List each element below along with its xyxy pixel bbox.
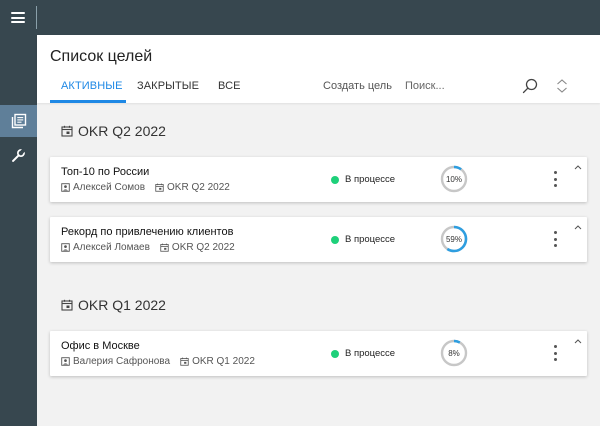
user-icon [61, 357, 70, 366]
goal-card[interactable]: Топ-10 по России Алексей Сомов OKR Q2 20… [50, 157, 587, 202]
goal-owner-label: Алексей Ломаев [73, 242, 150, 253]
goal-name[interactable]: Офис в Москве [61, 340, 140, 352]
chevron-up-icon[interactable] [573, 163, 583, 171]
tab-active[interactable]: АКТИВНЫЕ [61, 80, 123, 92]
tab-all[interactable]: ВСЕ [218, 80, 241, 92]
goal-status: В процессе [331, 234, 395, 245]
group-title-label: OKR Q1 2022 [78, 297, 166, 313]
tab-closed[interactable]: ЗАКРЫТЫЕ [137, 80, 199, 92]
group-title: OKR Q1 2022 [61, 297, 166, 313]
wrench-icon [12, 147, 26, 162]
goal-progress-label: 59% [445, 234, 462, 244]
topbar-divider [36, 6, 37, 29]
sort-icon[interactable] [555, 77, 569, 95]
goal-owner: Алексей Сомов [61, 182, 145, 193]
group-title: OKR Q2 2022 [61, 123, 166, 139]
sidebar-item-goals[interactable] [0, 105, 37, 137]
goal-progress: 10% [440, 165, 468, 193]
goal-period-label: OKR Q1 2022 [192, 356, 255, 367]
hamburger-icon [11, 12, 25, 23]
goal-name[interactable]: Рекорд по привлечению клиентов [61, 226, 233, 238]
active-tab-indicator [50, 100, 126, 103]
goal-status-label: В процессе [345, 234, 396, 245]
group-title-label: OKR Q2 2022 [78, 123, 166, 139]
more-options-icon[interactable] [550, 171, 560, 187]
page-title: Список целей [50, 48, 153, 65]
more-options-icon[interactable] [550, 345, 560, 361]
calendar-icon [61, 125, 73, 137]
goal-card[interactable]: Рекорд по привлечению клиентов Алексей Л… [50, 217, 587, 262]
goal-period: OKR Q2 2022 [155, 182, 230, 193]
user-icon [61, 243, 70, 252]
goal-meta: Алексей Ломаев OKR Q2 2022 [61, 242, 245, 253]
goal-name[interactable]: Топ-10 по России [61, 166, 149, 178]
page-header: Список целей АКТИВНЫЕ ЗАКРЫТЫЕ ВСЕ Созда… [37, 35, 600, 103]
chevron-up-icon[interactable] [573, 223, 583, 231]
search-icon[interactable] [521, 77, 539, 95]
goal-period: OKR Q2 2022 [160, 242, 235, 253]
goal-period-label: OKR Q2 2022 [171, 242, 235, 253]
goal-owner-label: Алексей Сомов [73, 182, 146, 193]
goal-owner: Алексей Ломаев [61, 242, 150, 253]
chevron-up-icon[interactable] [573, 337, 583, 345]
calendar-icon [180, 357, 189, 366]
goal-meta: Валерия Сафронова OKR Q1 2022 [61, 356, 265, 367]
goal-owner-label: Валерия Сафронова [73, 356, 171, 367]
status-dot [331, 349, 339, 358]
create-goal-button[interactable]: Создать цель [323, 80, 392, 92]
goal-progress: 8% [440, 339, 468, 367]
main-content: Список целей АКТИВНЫЕ ЗАКРЫТЫЕ ВСЕ Созда… [37, 35, 600, 426]
status-dot [331, 235, 339, 244]
goal-status: В процессе [331, 174, 395, 185]
goal-period-label: OKR Q2 2022 [167, 182, 230, 193]
goals-list-icon [11, 113, 26, 129]
more-options-icon[interactable] [550, 231, 560, 247]
goal-status: В процессе [331, 348, 395, 359]
goal-progress-label: 10% [445, 174, 462, 184]
search-input[interactable] [405, 77, 505, 95]
user-icon [61, 183, 70, 192]
goal-owner: Валерия Сафронова [61, 356, 170, 367]
goal-status-label: В процессе [345, 174, 396, 185]
goal-progress-label: 8% [448, 348, 460, 358]
goal-progress: 59% [440, 225, 468, 253]
goal-meta: Алексей Сомов OKR Q2 2022 [61, 182, 240, 193]
status-dot [331, 175, 339, 184]
menu-button[interactable] [0, 0, 36, 35]
goal-card[interactable]: Офис в Москве Валерия Сафронова OKR Q1 2… [50, 331, 587, 376]
top-bar [0, 0, 600, 35]
sidebar-item-settings[interactable] [0, 139, 37, 171]
calendar-icon [61, 299, 73, 311]
calendar-icon [160, 243, 169, 252]
goal-period: OKR Q1 2022 [180, 356, 255, 367]
sidebar [0, 35, 37, 426]
goal-status-label: В процессе [345, 348, 396, 359]
calendar-icon [155, 183, 164, 192]
